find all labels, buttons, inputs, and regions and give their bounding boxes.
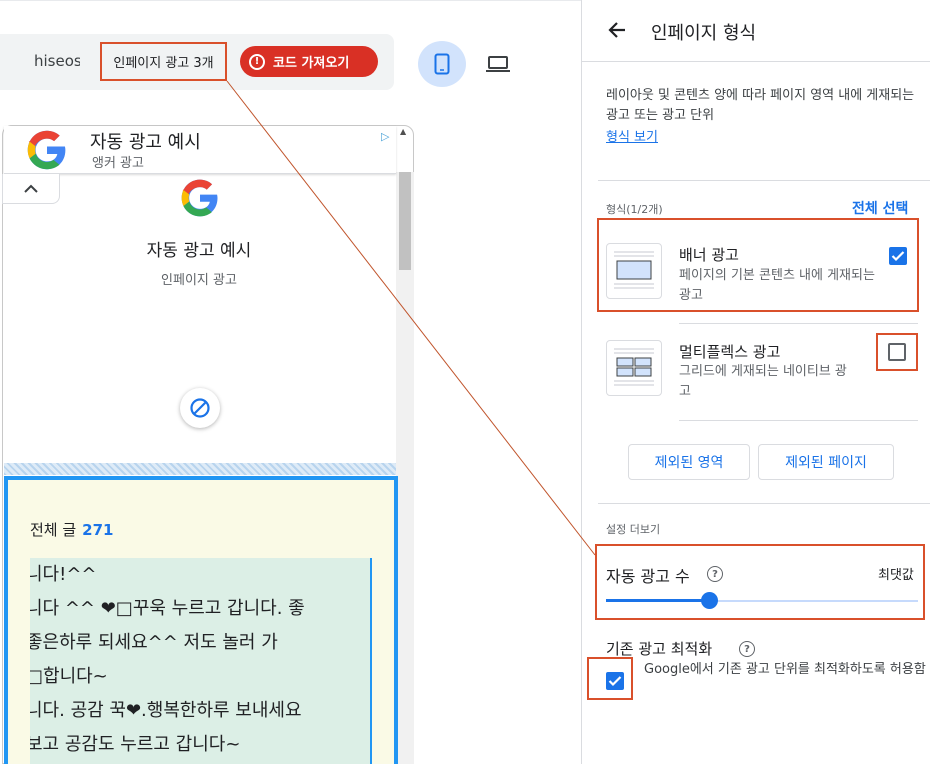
back-arrow-icon[interactable]: [607, 19, 629, 41]
site-name: hiseos: [34, 52, 80, 70]
comment-line: 니다 ^^ ❤□꾸욱 누르고 갑니다. 좋: [30, 598, 305, 619]
section-divider: [598, 503, 930, 504]
google-logo-icon: [181, 179, 218, 217]
banner-ad-title: 배너 광고: [679, 246, 739, 264]
optimize-ads-checkbox[interactable]: [606, 672, 624, 690]
excluded-areas-button[interactable]: 제외된 영역: [628, 444, 750, 480]
adchoices-icon[interactable]: ▷: [381, 130, 389, 143]
multiplex-ad-title: 멀티플렉스 광고: [679, 343, 781, 361]
ad-load-slider-fill: [606, 599, 709, 602]
alert-icon: !: [249, 53, 265, 70]
collapse-anchor-button[interactable]: [2, 174, 60, 204]
inpage-ad-title: 자동 광고 예시: [146, 241, 252, 261]
multiplex-thumbnail: [606, 340, 662, 396]
desktop-view-button[interactable]: [474, 41, 522, 87]
check-icon: [608, 676, 622, 687]
scroll-up-arrow-icon[interactable]: ▲: [400, 127, 406, 136]
help-icon[interactable]: ?: [739, 641, 755, 657]
phone-icon: [434, 53, 450, 75]
select-all-link[interactable]: 전체 선택: [852, 198, 908, 218]
format-description: 레이아웃 및 콘텐츠 양에 따라 페이지 영역 내에 게재되는 광고 또는 광고…: [606, 88, 915, 123]
remove-ad-button[interactable]: [180, 388, 220, 428]
anchor-ad-title: 자동 광고 예시: [90, 132, 201, 153]
ad-load-max-label: 최댓값: [878, 568, 914, 583]
laptop-icon: [486, 56, 510, 72]
posts-label: 전체 글: [30, 521, 77, 539]
google-logo-icon: [27, 130, 66, 170]
comment-list: 니다!^^ 니다 ^^ ❤□꾸욱 누르고 갑니다. 좋 좋은하루 되세요^^ 저…: [30, 558, 372, 764]
multiplex-ad-icon: [614, 348, 654, 386]
preview-scrollbar[interactable]: [396, 172, 414, 764]
mobile-view-button[interactable]: [418, 41, 466, 87]
comment-line: 좋은하루 되세요^^ 저도 놀러 가: [30, 632, 278, 653]
banner-ad-desc: 페이지의 기본 콘텐츠 내에 게재되는 광고: [679, 268, 875, 303]
top-border: [0, 0, 582, 1]
optimize-ads-desc: Google에서 기존 광고 단위를 최적화하도록 허용함: [644, 662, 926, 677]
ad-placement-hatch: [4, 463, 396, 475]
comment-line: 보고 공감도 누르고 갑니다~: [30, 734, 241, 755]
ad-load-label: 자동 광고 수: [606, 567, 690, 586]
inpage-ad-subtitle: 인페이지 광고: [161, 273, 237, 288]
more-settings-label: 설정 더보기: [606, 523, 661, 536]
chevron-up-icon: [24, 184, 38, 193]
get-code-label: 코드 가져오기: [273, 56, 350, 71]
posts-count-label: 전체 글 271: [30, 519, 113, 540]
optimize-ads-title: 기존 광고 최적화: [606, 640, 713, 658]
view-format-link[interactable]: 형식 보기: [606, 126, 658, 145]
multiplex-ad-checkbox[interactable]: [888, 343, 906, 361]
excluded-pages-button[interactable]: 제외된 페이지: [758, 444, 894, 480]
banner-ad-icon: [614, 251, 654, 289]
banner-ad-checkbox[interactable]: [889, 247, 907, 265]
help-icon[interactable]: ?: [707, 566, 723, 582]
banner-thumbnail: [606, 243, 662, 299]
option-divider: [679, 323, 918, 324]
posts-count: 271: [82, 521, 114, 539]
scrollbar-thumb[interactable]: [399, 172, 411, 270]
ad-load-slider-handle[interactable]: [701, 592, 718, 609]
comment-line: 니다!^^: [30, 564, 97, 585]
option-divider: [679, 420, 918, 421]
section-divider: [598, 180, 930, 181]
comment-line: □합니다~: [30, 666, 108, 687]
panel-divider: [581, 0, 582, 764]
get-code-button[interactable]: ! 코드 가져오기: [240, 46, 378, 77]
comment-line: 니다. 공감 꾹❤.행복한하루 보내세요: [30, 700, 302, 721]
check-icon: [891, 251, 905, 262]
anchor-ad-subtitle: 앵커 광고: [92, 156, 144, 171]
inpage-ad-count[interactable]: 인페이지 광고 3개: [100, 42, 227, 81]
formats-label: 형식(1/2개): [606, 203, 663, 216]
multiplex-ad-desc: 그리드에 게재되는 네이티브 광고: [679, 364, 847, 399]
block-icon: [190, 398, 210, 418]
panel-title: 인페이지 형식: [651, 23, 757, 44]
